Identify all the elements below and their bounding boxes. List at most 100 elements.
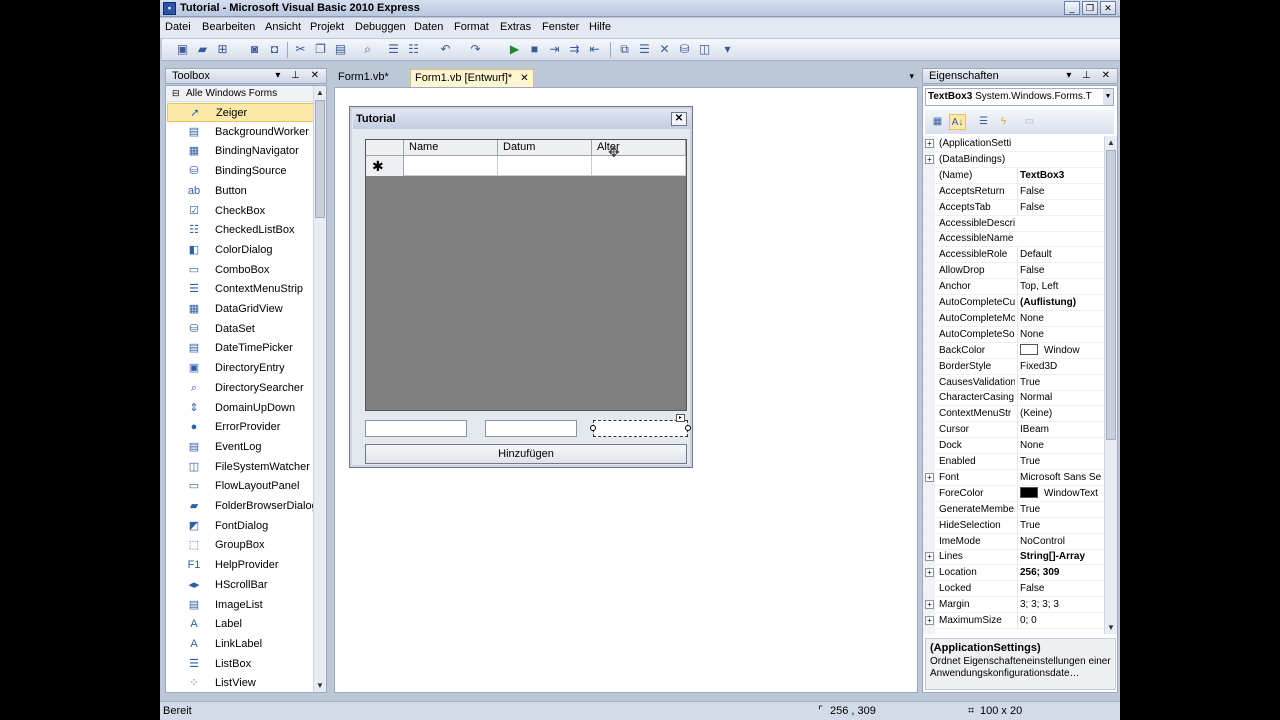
open-file-icon[interactable]: ▰ [195,42,210,57]
property-row[interactable]: + Lines String[]-Array [923,549,1105,566]
stop-icon[interactable]: ■ [527,42,542,57]
toolbox-item-listview[interactable]: ⁘ ListView [167,674,315,692]
toolbox-item-filesystemwatcher[interactable]: ◫ FileSystemWatcher [167,458,315,477]
data-grid-view[interactable]: Name Datum Alter ✱ ✥ [365,139,687,411]
property-row[interactable]: + Location 256; 309 [923,565,1105,582]
properties-panel-controls[interactable]: ▾ ⊥ ✕ [1066,69,1114,83]
uncomment-icon[interactable]: ☷ [406,42,421,57]
toolbox-item-combobox[interactable]: ▭ ComboBox [167,261,315,280]
property-value-cell[interactable]: String[]-Array [1017,549,1105,565]
toolbox-item-flowlayoutpanel[interactable]: ▭ FlowLayoutPanel [167,477,315,496]
property-row[interactable]: BackColor Window [923,342,1105,359]
property-value-cell[interactable]: True [1017,501,1105,517]
undo-icon[interactable]: ↶ [438,42,453,57]
toolbox-item-datetimepicker[interactable]: ▤ DateTimePicker [167,339,315,358]
toolbox-item-bindingsource[interactable]: ⛁ BindingSource [167,162,315,181]
toolbox-item-helpprovider[interactable]: F1 HelpProvider [167,556,315,575]
database-explorer-icon[interactable]: ⛁ [677,42,692,57]
property-value-cell[interactable]: Default [1017,247,1105,263]
property-row[interactable]: ForeColor WindowText [923,485,1105,502]
scroll-down-icon[interactable]: ▼ [314,679,326,692]
resize-handle-left[interactable] [590,425,596,431]
property-value-cell[interactable]: True [1017,454,1105,469]
toolbox-scrollbar[interactable]: ▲ ▼ [313,86,326,692]
menu-datei[interactable]: Datei [165,21,191,33]
toolbox-item-directorysearcher[interactable]: ⌕ DirectorySearcher [167,379,315,398]
property-value-cell[interactable]: None [1017,326,1105,342]
toolbox-group-header[interactable]: ⊟ Alle Windows Forms [166,86,316,102]
property-value-cell[interactable]: Top, Left [1017,279,1105,295]
expand-icon[interactable]: + [925,139,934,148]
toolbox-item-directoryentry[interactable]: ▣ DirectoryEntry [167,359,315,378]
copy-icon[interactable]: ❐ [313,42,328,57]
start-debugging-icon[interactable]: ▶ [507,42,522,57]
property-row[interactable]: Dock None [923,438,1105,455]
property-value-cell[interactable]: None [1017,310,1105,326]
start-page-icon[interactable]: ◫ [697,42,712,57]
redo-icon[interactable]: ↷ [468,42,483,57]
textbox-3[interactable]: ▸ [590,414,691,437]
property-row[interactable]: + (ApplicationSetti [923,136,1105,152]
toolbox-panel-controls[interactable]: ▾ ⊥ ✕ [275,69,323,83]
grid-cell[interactable] [498,156,592,176]
property-row[interactable]: ContextMenuStr (Keine) [923,406,1105,423]
scroll-thumb[interactable] [1106,150,1116,440]
properties-window-icon[interactable]: ☰ [637,42,652,57]
property-row[interactable]: AccessibleName [923,231,1105,248]
property-row[interactable]: BorderStyle Fixed3D [923,358,1105,375]
close-tab-icon[interactable]: ✕ [520,71,528,87]
tab-form1-code[interactable]: Form1.vb* [334,69,393,87]
property-pages-icon[interactable]: ▭ [1021,114,1038,130]
property-row[interactable]: AccessibleRole Default [923,247,1105,264]
toolbox-item-bindingnavigator[interactable]: ▦ BindingNavigator [167,142,315,161]
property-value-cell[interactable]: Window [1017,342,1105,358]
toolbox-item-button[interactable]: ab Button [167,182,315,201]
toolbox-item-datagridview[interactable]: ▦ DataGridView [167,300,315,319]
alphabetical-icon[interactable]: A↓ [949,114,966,130]
property-row[interactable]: AcceptsReturn False [923,183,1105,200]
toolbox-item-eventlog[interactable]: ▤ EventLog [167,438,315,457]
property-value-cell[interactable]: 3; 3; 3; 3 [1017,597,1105,613]
property-row[interactable]: Cursor IBeam [923,422,1105,439]
property-value-cell[interactable]: WindowText [1017,485,1105,501]
toolbox-item-fontdialog[interactable]: ◩ FontDialog [167,517,315,536]
property-row[interactable]: (Name) TextBox3 [923,167,1105,184]
toolbox-item-domainupdown[interactable]: ⇕ DomainUpDown [167,399,315,418]
menu-projekt[interactable]: Projekt [310,21,344,33]
property-value-cell[interactable]: True [1017,374,1105,390]
toolbar-options-icon[interactable]: ▾ [720,42,735,57]
menu-extras[interactable]: Extras [500,21,531,33]
property-row[interactable]: + Margin 3; 3; 3; 3 [923,597,1105,614]
expand-icon[interactable]: + [925,472,934,482]
comment-icon[interactable]: ☰ [386,42,401,57]
property-value-cell[interactable]: 256; 309 [1017,565,1105,581]
save-icon[interactable]: ◙ [247,42,262,57]
categorized-icon[interactable]: ▦ [929,114,946,130]
resize-handle-right[interactable] [685,425,691,431]
save-all-icon[interactable]: ◘ [267,42,282,57]
chevron-down-icon[interactable]: ▼ [1103,89,1113,105]
add-item-icon[interactable]: ⊞ [215,42,230,57]
property-row[interactable]: AutoCompleteMo None [923,310,1105,327]
toolbox-item-colordialog[interactable]: ◧ ColorDialog [167,241,315,260]
property-row[interactable]: + MaximumSize 0; 0 [923,613,1105,629]
expand-icon[interactable]: + [925,154,934,164]
toolbox-item-backgroundworker[interactable]: ▤ BackgroundWorker [167,123,315,142]
scroll-thumb[interactable] [315,100,325,218]
column-header-datum[interactable]: Datum [498,140,592,156]
property-value-cell[interactable]: Microsoft Sans Se [1017,469,1105,485]
grid-cell[interactable] [404,156,498,176]
property-row[interactable]: AcceptsTab False [923,199,1105,216]
paste-icon[interactable]: ▤ [333,42,348,57]
property-row[interactable]: + Font Microsoft Sans Se [923,469,1105,486]
toolbox-item-linklabel[interactable]: A LinkLabel [167,635,315,654]
minimize-button[interactable]: _ [1064,1,1080,15]
property-value-cell[interactable]: Fixed3D [1017,358,1105,374]
column-header-name[interactable]: Name [404,140,498,156]
toolbox-item-errorprovider[interactable]: ● ErrorProvider [167,418,315,437]
close-button[interactable]: ✕ [1100,1,1116,15]
new-project-icon[interactable]: ▣ [175,42,190,57]
smart-tag-icon[interactable]: ▸ [676,414,685,422]
tab-form1-design[interactable]: Form1.vb [Entwurf]* ✕ [410,69,534,87]
property-row[interactable]: GenerateMembe True [923,501,1105,518]
